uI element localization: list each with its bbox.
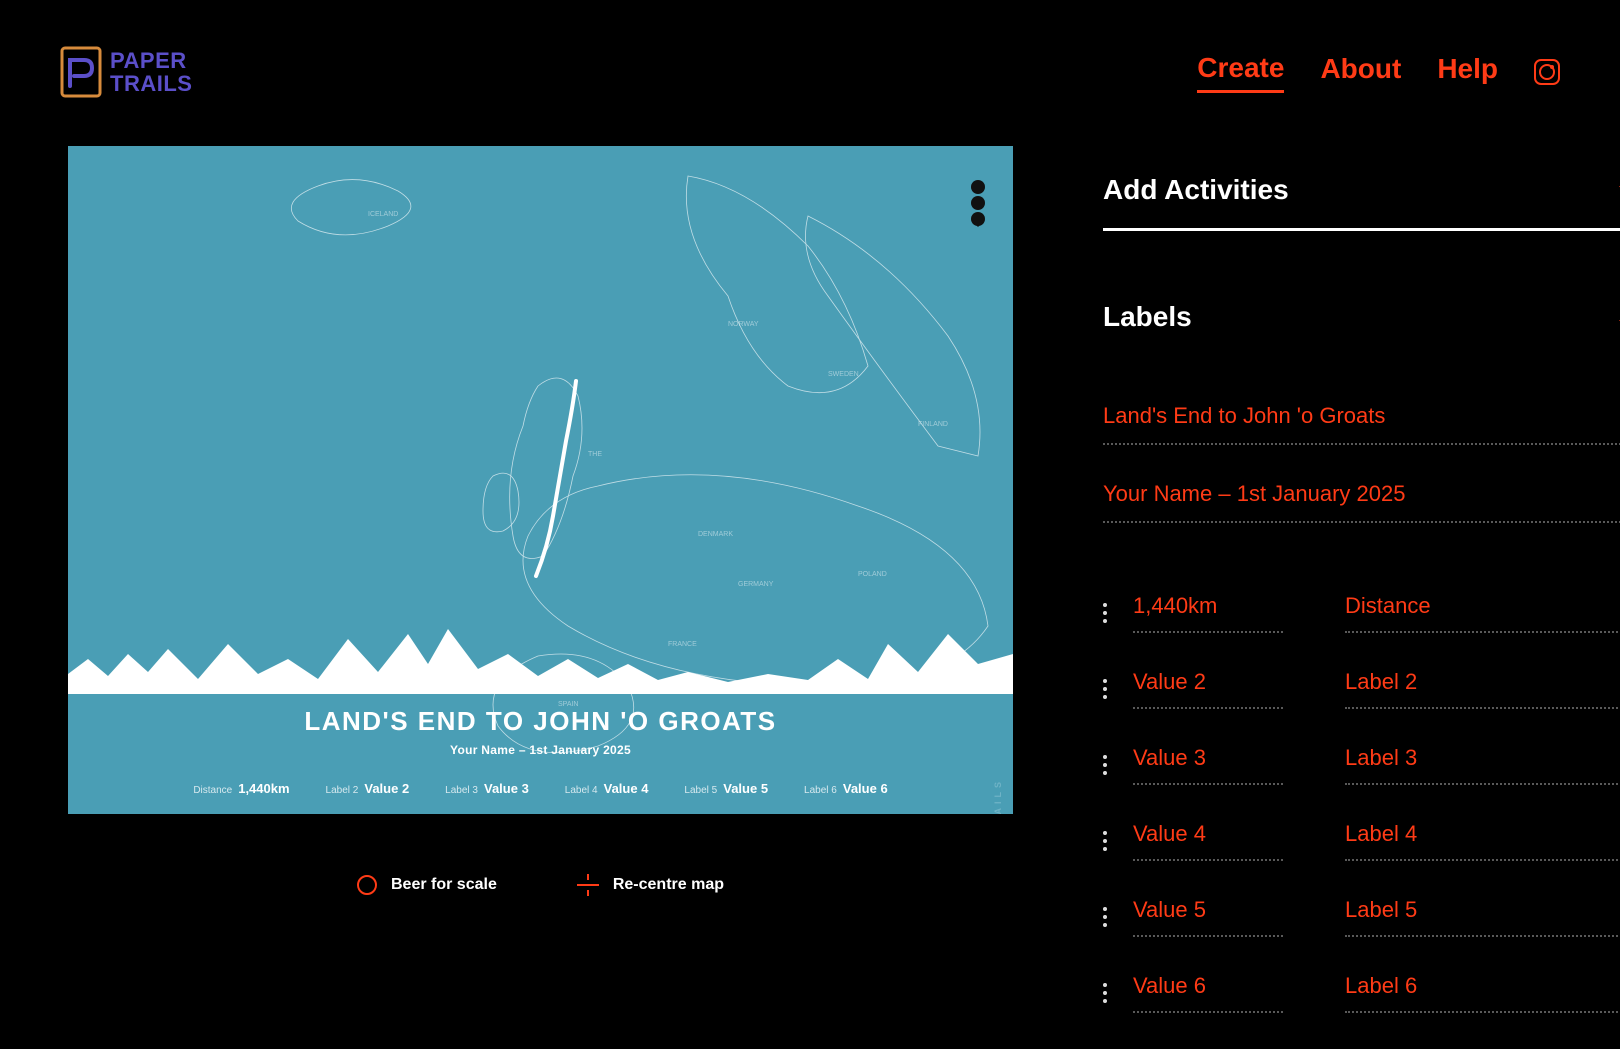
logo-text: PAPER TRAILS — [110, 49, 192, 95]
recentre-label: Re-centre map — [613, 876, 724, 894]
header: PAPER TRAILS Create About Help — [0, 0, 1620, 98]
svg-text:THE: THE — [588, 451, 602, 458]
title-input[interactable] — [1103, 399, 1620, 445]
svg-text:FINLAND: FINLAND — [918, 421, 948, 428]
svg-text:DENMARK: DENMARK — [698, 531, 733, 538]
panel-header-labels[interactable]: Labels — [1103, 301, 1620, 357]
main-content: ICELAND NORWAY SWEDEN FINLAND THE DENMAR… — [0, 98, 1620, 1049]
stat-label-input[interactable] — [1345, 745, 1620, 785]
map-title: LAND'S END TO JOHN 'O GROATS — [68, 706, 1013, 737]
map-column: ICELAND NORWAY SWEDEN FINLAND THE DENMAR… — [68, 146, 1013, 896]
drag-handle-icon[interactable] — [1103, 603, 1111, 623]
instagram-icon[interactable] — [1534, 59, 1560, 85]
panel-title: Labels — [1103, 301, 1192, 333]
map-stat: Label 3Value 3 — [445, 781, 529, 796]
map-legend: Beer for scale Re-centre map — [68, 874, 1013, 896]
stat-row — [1103, 897, 1620, 937]
panel-add-activities: Add Activities — [1103, 174, 1620, 231]
main-nav: Create About Help — [1197, 52, 1560, 93]
stat-value-input[interactable] — [1133, 745, 1283, 785]
drag-handle-icon[interactable] — [1103, 983, 1111, 1003]
stat-row — [1103, 821, 1620, 861]
stat-row — [1103, 669, 1620, 709]
map-dot-icon — [971, 180, 985, 194]
stat-row — [1103, 593, 1620, 633]
map-stats: Distance1,440km Label 2Value 2 Label 3Va… — [68, 781, 1013, 796]
map-stat: Label 5Value 5 — [684, 781, 768, 796]
drag-handle-icon[interactable] — [1103, 755, 1111, 775]
logo-mark-icon — [60, 46, 102, 98]
subtitle-input[interactable] — [1103, 477, 1620, 523]
svg-text:ICELAND: ICELAND — [368, 211, 398, 218]
panel-title: Add Activities — [1103, 174, 1289, 206]
map-stat: Label 2Value 2 — [326, 781, 410, 796]
circle-icon — [357, 875, 377, 895]
panel-labels: Labels — [1103, 301, 1620, 1013]
elevation-profile — [68, 604, 1013, 694]
map-stat: Label 4Value 4 — [565, 781, 649, 796]
stat-row — [1103, 745, 1620, 785]
nav-help[interactable]: Help — [1437, 53, 1498, 91]
drag-handle-icon[interactable] — [1103, 831, 1111, 851]
stat-value-input[interactable] — [1133, 973, 1283, 1013]
map-stat: Distance1,440km — [193, 781, 289, 796]
stat-label-input[interactable] — [1345, 669, 1620, 709]
stat-label-input[interactable] — [1345, 593, 1620, 633]
stat-label-input[interactable] — [1345, 973, 1620, 1013]
svg-text:POLAND: POLAND — [858, 571, 887, 578]
stat-value-input[interactable] — [1133, 897, 1283, 937]
beer-scale-button[interactable]: Beer for scale — [357, 874, 497, 896]
crosshair-icon — [577, 874, 599, 896]
svg-text:GERMANY: GERMANY — [738, 581, 774, 588]
map-canvas[interactable]: ICELAND NORWAY SWEDEN FINLAND THE DENMAR… — [68, 146, 1013, 814]
svg-text:SWEDEN: SWEDEN — [828, 371, 859, 378]
stat-label-input[interactable] — [1345, 897, 1620, 937]
stat-value-input[interactable] — [1133, 669, 1283, 709]
drag-handle-icon[interactable] — [1103, 907, 1111, 927]
stat-label-input[interactable] — [1345, 821, 1620, 861]
stat-value-input[interactable] — [1133, 593, 1283, 633]
map-stat: Label 6Value 6 — [804, 781, 888, 796]
map-marker-stack — [971, 180, 985, 226]
nav-create[interactable]: Create — [1197, 52, 1284, 93]
panel-header-add-activities[interactable]: Add Activities — [1103, 174, 1620, 231]
beer-scale-label: Beer for scale — [391, 876, 497, 894]
stat-rows — [1103, 593, 1620, 1013]
drag-handle-icon[interactable] — [1103, 679, 1111, 699]
map-dot-icon — [971, 196, 985, 210]
stat-value-input[interactable] — [1133, 821, 1283, 861]
nav-about[interactable]: About — [1320, 53, 1401, 91]
stat-row — [1103, 973, 1620, 1013]
map-subtitle: Your Name – 1st January 2025 — [68, 743, 1013, 757]
svg-text:NORWAY: NORWAY — [728, 321, 759, 328]
map-caption: LAND'S END TO JOHN 'O GROATS Your Name –… — [68, 706, 1013, 796]
recentre-button[interactable]: Re-centre map — [577, 874, 724, 896]
map-pin-icon — [971, 212, 985, 226]
sidebar: Add Activities Labels — [1103, 146, 1620, 1049]
logo[interactable]: PAPER TRAILS — [60, 46, 192, 98]
